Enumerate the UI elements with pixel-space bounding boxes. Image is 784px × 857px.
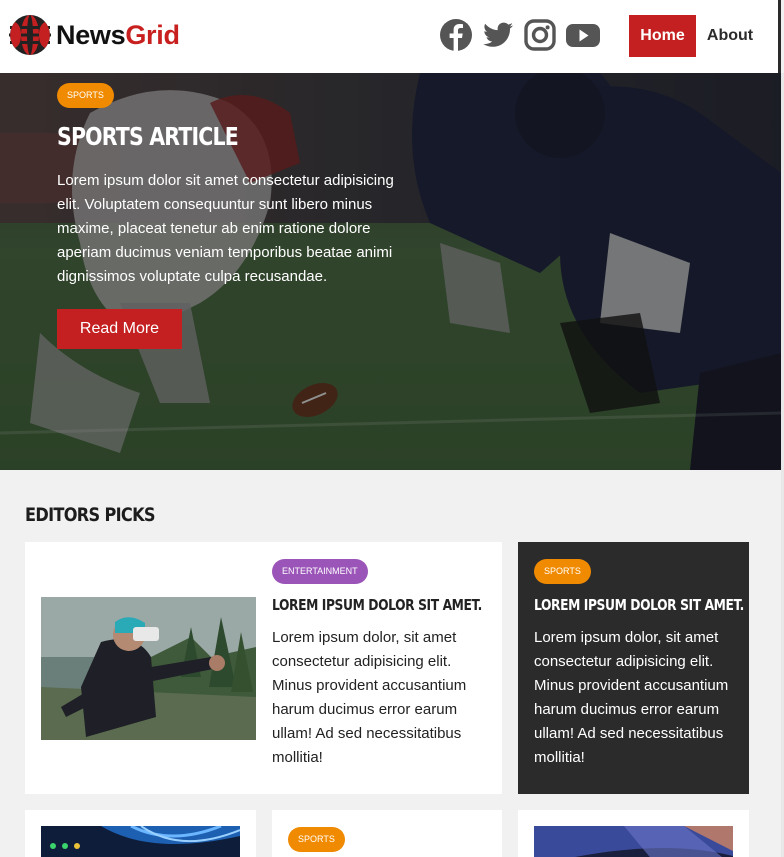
editors-pick-card[interactable]: ENTERTAINMENT LOREM IPSUM DOLOR SIT AMET…: [25, 542, 502, 794]
hero-title: SPORTS ARTICLE: [57, 122, 239, 151]
section-title: EDITORS PICKS: [25, 504, 156, 526]
card-body: SPORTS LOREM IPSUM DOLOR SIT AMET. Lorem…: [534, 559, 744, 770]
facebook-icon[interactable]: [439, 18, 473, 52]
nav-about-link[interactable]: About: [700, 15, 760, 57]
category-badge[interactable]: ENTERTAINMENT: [272, 559, 368, 584]
article-card[interactable]: SPORTS: [272, 810, 502, 857]
keyboard-thumbnail-image[interactable]: [534, 826, 733, 857]
vr-thumbnail-image[interactable]: [41, 597, 256, 740]
category-badge[interactable]: SPORTS: [57, 83, 114, 108]
network-thumbnail-image[interactable]: [41, 826, 240, 857]
hero-content: SPORTS SPORTS ARTICLE Lorem ipsum dolor …: [57, 83, 397, 349]
card-title[interactable]: LOREM IPSUM DOLOR SIT AMET.: [272, 596, 482, 614]
instagram-icon[interactable]: [523, 18, 557, 52]
hero-text: Lorem ipsum dolor sit amet consectetur a…: [57, 172, 394, 285]
brand-name: NewsGrid: [56, 19, 180, 50]
nav-home-link[interactable]: Home: [629, 15, 696, 57]
navbar: NewsGrid Home About: [0, 0, 781, 73]
hero-article: SPORTS SPORTS ARTICLE Lorem ipsum dolor …: [0, 73, 781, 470]
card-title[interactable]: LOREM IPSUM DOLOR SIT AMET.: [534, 596, 744, 614]
brand-logo[interactable]: NewsGrid: [9, 14, 180, 56]
youtube-icon[interactable]: [565, 18, 601, 52]
card-text: Lorem ipsum dolor, sit amet consectetur …: [534, 629, 729, 766]
read-more-button[interactable]: Read More: [57, 309, 182, 349]
article-card[interactable]: [518, 810, 749, 857]
twitter-icon[interactable]: [481, 18, 515, 52]
article-card[interactable]: [25, 810, 256, 857]
category-badge[interactable]: SPORTS: [534, 559, 591, 584]
card-body: ENTERTAINMENT LOREM IPSUM DOLOR SIT AMET…: [272, 559, 487, 770]
category-badge[interactable]: SPORTS: [288, 827, 345, 852]
card-text: Lorem ipsum dolor, sit amet consectetur …: [272, 629, 467, 766]
globe-logo-icon: [9, 15, 51, 55]
card-body: SPORTS: [288, 827, 345, 852]
editors-pick-card[interactable]: SPORTS LOREM IPSUM DOLOR SIT AMET. Lorem…: [518, 542, 749, 794]
